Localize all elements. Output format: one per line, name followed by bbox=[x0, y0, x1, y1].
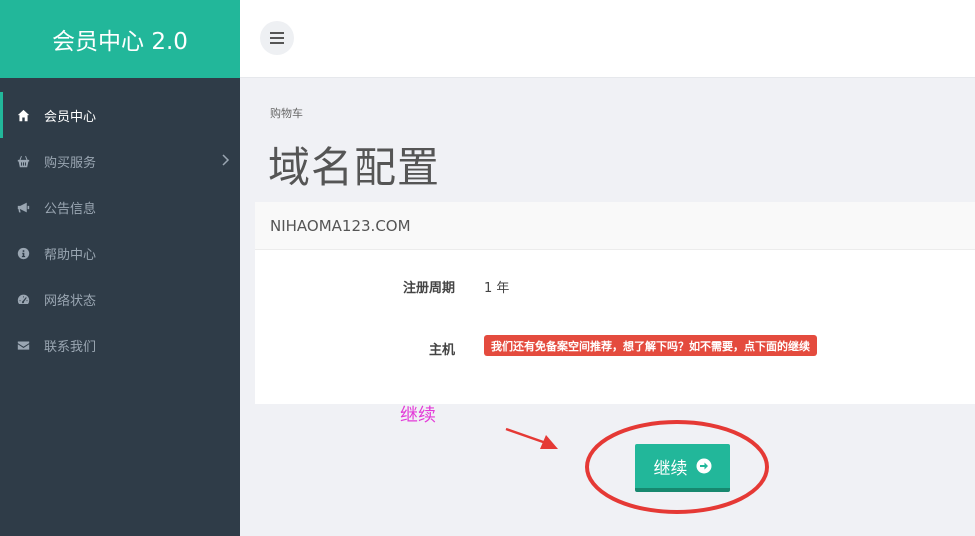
sidebar-nav: 会员中心 购买服务 公告信息 帮助中心 网络状态 联系我们 bbox=[0, 78, 240, 368]
domain-name: NIHAOMA123.COM bbox=[255, 202, 975, 250]
sidebar-item-network-status[interactable]: 网络状态 bbox=[0, 276, 240, 322]
sidebar-item-label: 网络状态 bbox=[44, 293, 97, 309]
envelope-icon bbox=[16, 338, 30, 352]
main-content: 购物车 域名配置 NIHAOMA123.COM 注册周期 1 年 主机 我们还有… bbox=[240, 78, 975, 536]
sidebar: 会员中心 2.0 会员中心 购买服务 公告信息 帮助中心 网络状态 联系我们 bbox=[0, 0, 240, 536]
bullhorn-icon bbox=[16, 200, 30, 214]
brand-title: 会员中心 2.0 bbox=[0, 0, 240, 78]
continue-button-label: 继续 bbox=[653, 458, 688, 479]
sidebar-item-announcements[interactable]: 公告信息 bbox=[0, 184, 240, 230]
host-label: 主机 bbox=[428, 343, 455, 358]
period-label: 注册周期 bbox=[402, 281, 455, 296]
continue-button[interactable]: 继续 bbox=[635, 444, 730, 492]
basket-icon bbox=[16, 154, 30, 168]
sidebar-item-contact-us[interactable]: 联系我们 bbox=[0, 322, 240, 368]
sidebar-item-help-center[interactable]: 帮助中心 bbox=[0, 230, 240, 276]
arrow-circle-right-icon bbox=[696, 458, 712, 474]
sidebar-item-buy-service[interactable]: 购买服务 bbox=[0, 138, 240, 184]
annotation-arrow-icon bbox=[505, 427, 558, 449]
menu-toggle-button[interactable] bbox=[260, 21, 294, 55]
info-icon bbox=[16, 246, 30, 260]
sidebar-item-label: 联系我们 bbox=[44, 339, 97, 355]
sidebar-item-member-center[interactable]: 会员中心 bbox=[0, 92, 240, 138]
chevron-right-icon bbox=[220, 153, 230, 167]
sidebar-item-label: 会员中心 bbox=[44, 109, 97, 125]
sidebar-item-label: 帮助中心 bbox=[44, 247, 97, 263]
annotation-label: 继续 bbox=[400, 405, 436, 426]
host-recommend-notice[interactable]: 我们还有免备案空间推荐，想了解下吗？如不需要，点下面的继续 bbox=[484, 335, 817, 356]
dashboard-icon bbox=[16, 292, 30, 306]
period-value: 1 年 bbox=[484, 281, 510, 296]
sidebar-item-label: 购买服务 bbox=[44, 155, 97, 171]
page-title: 域名配置 bbox=[268, 143, 441, 192]
sidebar-item-label: 公告信息 bbox=[44, 201, 97, 217]
home-icon bbox=[16, 108, 30, 122]
domain-config-card: NIHAOMA123.COM 注册周期 1 年 主机 我们还有免备案空间推荐，想… bbox=[255, 202, 975, 404]
hamburger-icon bbox=[270, 32, 284, 44]
breadcrumb[interactable]: 购物车 bbox=[270, 105, 303, 121]
top-bar bbox=[240, 0, 975, 78]
